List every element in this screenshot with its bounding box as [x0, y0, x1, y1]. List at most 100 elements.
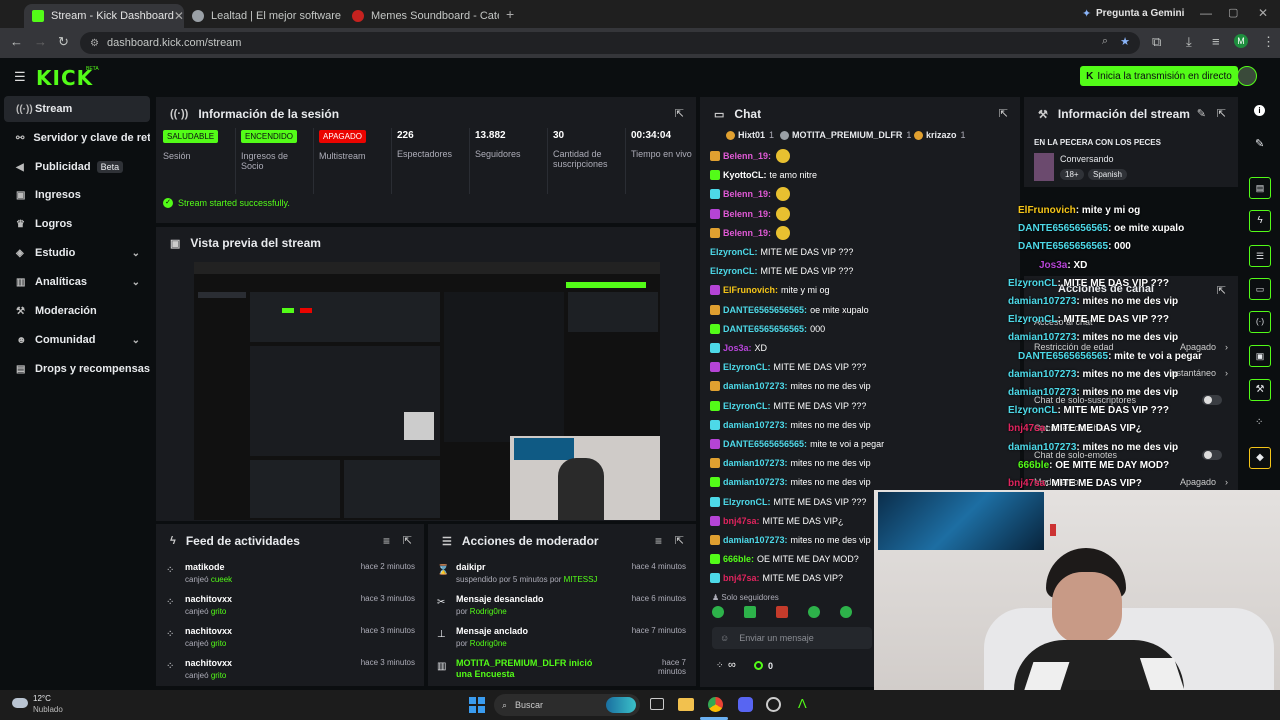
emote-picker-icon[interactable]: ☺: [720, 633, 729, 643]
discord-icon[interactable]: [738, 697, 753, 712]
chat-username[interactable]: DANTE6565656565:: [723, 439, 807, 449]
toggle-switch[interactable]: [1202, 450, 1222, 460]
chat-username[interactable]: damian107273:: [723, 458, 788, 468]
sidebar-item-5[interactable]: ◈ Estudio ⌄: [4, 240, 150, 266]
sidebar-item-9[interactable]: ▤ Drops y recompensas: [4, 356, 150, 382]
reload-icon[interactable]: ↻: [58, 34, 69, 50]
maximize-icon[interactable]: ▢: [1228, 6, 1238, 19]
chat-input[interactable]: ☺ Enviar un mensaje: [712, 627, 872, 649]
sidebar-item-7[interactable]: ⚒ Moderación: [4, 298, 150, 324]
chat-username[interactable]: Belenn_19:: [723, 151, 771, 161]
users-icon[interactable]: ⁘: [716, 660, 724, 671]
tab-lealtad[interactable]: Lealtad | El mejor software para ✕: [184, 4, 344, 28]
sidebar-item-6[interactable]: ▥ Analíticas ⌄: [4, 269, 150, 295]
media-icon[interactable]: ≡: [1212, 34, 1220, 49]
chat-username[interactable]: ElzyronCL:: [710, 247, 758, 257]
top-gifter[interactable]: MOTITA_PREMIUM_DLFR 1: [780, 130, 911, 140]
chat-username[interactable]: 666ble:: [723, 554, 754, 564]
chat-username[interactable]: DANTE6565656565:: [723, 324, 807, 334]
chat-username[interactable]: DANTE6565656565:: [723, 305, 807, 315]
popout-icon[interactable]: ⇱: [675, 534, 684, 547]
taskbar-search[interactable]: ⌕ Buscar: [494, 694, 640, 716]
close-window-icon[interactable]: ✕: [1258, 6, 1268, 20]
chevron-down-icon[interactable]: ⌄: [132, 277, 140, 288]
chrome-icon[interactable]: [708, 697, 723, 712]
emote-icon[interactable]: [808, 606, 820, 618]
hamburger-icon[interactable]: ☰: [14, 69, 26, 85]
chat-username[interactable]: bnj47sa:: [723, 573, 760, 583]
bolt-icon[interactable]: ϟ: [1249, 210, 1271, 232]
chat-username[interactable]: Jos3a:: [723, 343, 752, 353]
stream-preview-video[interactable]: [194, 262, 660, 520]
list-icon[interactable]: ☰: [1249, 245, 1271, 267]
sidebar-item-2[interactable]: ◀ Publicidad Beta: [4, 154, 150, 180]
chat-username[interactable]: ElFrunovich:: [723, 285, 778, 295]
tab-kick-dashboard[interactable]: Stream - Kick Dashboard ✕: [24, 4, 184, 28]
user-avatar[interactable]: [1237, 66, 1257, 86]
url-bar[interactable]: ⚙ dashboard.kick.com/stream ⌕ ★: [80, 32, 1140, 54]
pencil-icon[interactable]: ✎: [1255, 137, 1264, 150]
windows-start-icon[interactable]: [469, 697, 485, 713]
info-icon[interactable]: i: [1254, 105, 1265, 116]
layout-icon[interactable]: ▤: [1249, 177, 1271, 199]
chat-username[interactable]: ElzyronCL:: [723, 362, 771, 372]
chat-username[interactable]: Belenn_19:: [723, 228, 771, 238]
zoom-icon[interactable]: ⌕: [1102, 35, 1108, 48]
emote-icon[interactable]: [776, 606, 788, 618]
kick-logo[interactable]: KICK: [36, 66, 93, 90]
chat-username[interactable]: damian107273:: [723, 535, 788, 545]
gemini-button[interactable]: Pregunta a Gemini: [1096, 8, 1184, 19]
popout-icon[interactable]: ⇱: [675, 107, 684, 120]
chat-username[interactable]: damian107273:: [723, 381, 788, 391]
download-icon[interactable]: ⤓: [1186, 34, 1192, 50]
bookmark-star-icon[interactable]: ★: [1120, 35, 1130, 48]
shield-icon[interactable]: ◆: [1249, 447, 1271, 469]
site-info-icon[interactable]: ⚙: [90, 38, 99, 49]
sidebar-item-1[interactable]: ⚯ Servidor y clave de retran: [4, 125, 150, 151]
toggle-switch[interactable]: [1202, 395, 1222, 405]
edit-icon[interactable]: ✎: [1197, 107, 1206, 120]
popout-icon[interactable]: ⇱: [999, 107, 1008, 120]
chat-username[interactable]: ElzyronCL:: [723, 497, 771, 507]
top-gifter[interactable]: Hixt01 1: [726, 130, 774, 140]
sidebar-item-4[interactable]: ♛ Logros: [4, 211, 150, 237]
file-explorer-icon[interactable]: [678, 698, 694, 711]
chat-username[interactable]: KyottoCL:: [723, 170, 767, 180]
filter-icon[interactable]: ≡: [383, 534, 390, 548]
extensions-icon[interactable]: ⧉: [1152, 34, 1161, 50]
chat-username[interactable]: Belenn_19:: [723, 209, 771, 219]
emote-icon[interactable]: [840, 606, 852, 618]
profile-avatar[interactable]: M: [1234, 34, 1248, 48]
obs-icon[interactable]: [766, 697, 781, 712]
top-gifter[interactable]: krizazo 1: [914, 130, 966, 140]
sidebar-item-3[interactable]: ▣ Ingresos: [4, 182, 150, 208]
menu-icon[interactable]: ⋮: [1262, 34, 1275, 50]
sidebar-item-0[interactable]: ((·)) Stream: [4, 96, 150, 122]
users-icon[interactable]: ⁘: [1255, 417, 1263, 428]
preview-icon[interactable]: ▣: [1249, 345, 1271, 367]
filter-icon[interactable]: ≡: [655, 534, 662, 548]
chat-icon[interactable]: ▭: [1249, 278, 1271, 300]
chat-username[interactable]: ElzyronCL:: [710, 266, 758, 276]
app-icon[interactable]: Λ: [798, 696, 807, 711]
wrench-icon[interactable]: ⚒: [1249, 379, 1271, 401]
back-icon[interactable]: ←: [10, 34, 23, 49]
popout-icon[interactable]: ⇱: [1217, 284, 1226, 297]
broadcast-icon[interactable]: (·): [1249, 311, 1271, 333]
sidebar-item-8[interactable]: ☻ Comunidad ⌄: [4, 327, 150, 353]
popout-icon[interactable]: ⇱: [403, 534, 412, 547]
chevron-down-icon[interactable]: ⌄: [132, 335, 140, 346]
chat-username[interactable]: damian107273:: [723, 420, 788, 430]
forward-icon[interactable]: →: [34, 34, 47, 49]
chat-username[interactable]: Belenn_19:: [723, 189, 771, 199]
tab-memes-soundboard[interactable]: Memes Soundboard - Categor: [344, 4, 499, 28]
chat-username[interactable]: ElzyronCL:: [723, 401, 771, 411]
popout-icon[interactable]: ⇱: [1217, 107, 1226, 120]
emote-icon[interactable]: [712, 606, 724, 618]
weather-temp[interactable]: 12°C: [33, 694, 51, 703]
new-tab-button[interactable]: +: [506, 6, 514, 22]
chevron-down-icon[interactable]: ⌄: [132, 248, 140, 259]
minimize-icon[interactable]: —: [1200, 6, 1212, 20]
close-tab-icon[interactable]: ✕: [174, 9, 184, 23]
task-view-icon[interactable]: [650, 698, 664, 710]
